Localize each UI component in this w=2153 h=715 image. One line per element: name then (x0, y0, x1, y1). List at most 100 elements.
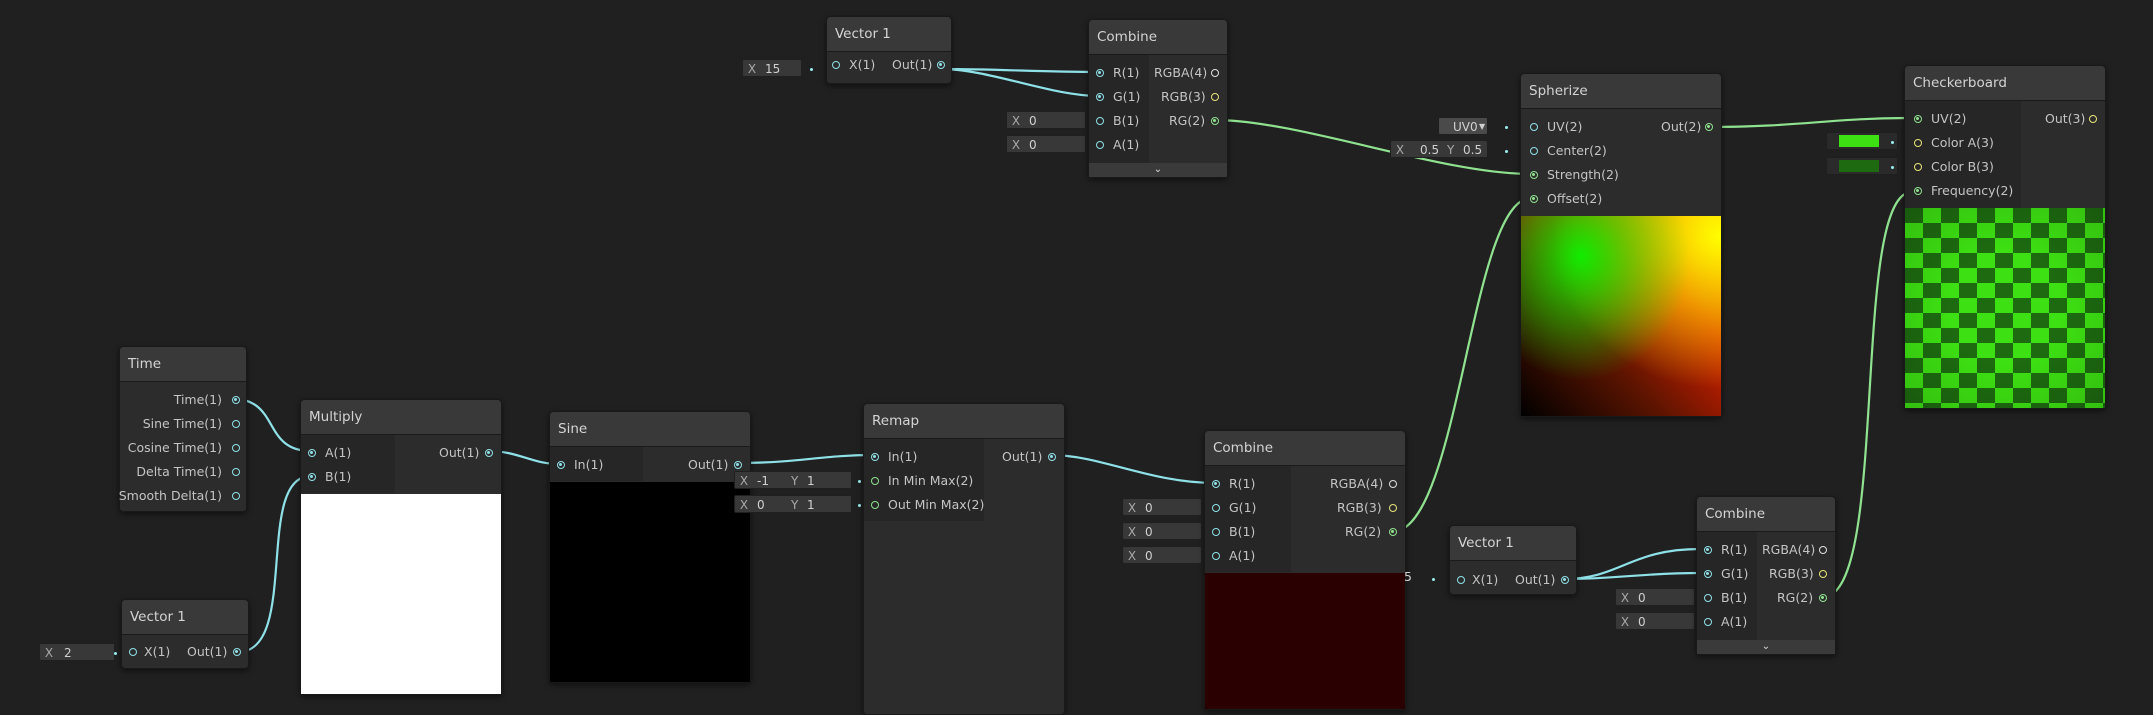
g-input-port[interactable] (1212, 504, 1220, 512)
g-input-label: G(1) (1721, 566, 1749, 581)
x-label: X (44, 646, 54, 660)
time-node[interactable]: Time Time(1) Sine Time(1) Cosine Time(1)… (119, 346, 247, 512)
color-a-swatch[interactable] (1826, 132, 1898, 150)
out-output-label: Out(3) (2045, 111, 2086, 126)
rgba-output-port[interactable] (1211, 69, 1219, 77)
rg-output-port[interactable] (1389, 528, 1397, 536)
rgba-output-port[interactable] (1819, 546, 1827, 554)
rg-output-label: RG(2) (1345, 524, 1382, 539)
strength-input-port[interactable] (1530, 171, 1538, 179)
remap-in-minmax-field[interactable]: X -1 Y 1 (734, 471, 852, 489)
spherize-node[interactable]: Spherize UV(2) Out(2) Center(2) Strength… (1520, 73, 1722, 417)
color-a-input-port[interactable] (1914, 139, 1922, 147)
time-output-port[interactable] (232, 396, 240, 404)
x-label: X (739, 498, 749, 512)
uv-input-port[interactable] (1530, 123, 1538, 131)
color-b-input-port[interactable] (1914, 163, 1922, 171)
in-minmax-input-port[interactable] (871, 477, 879, 485)
x-label: X (1011, 138, 1021, 152)
spherize-uv-dropdown[interactable]: UV0 ▼ (1438, 117, 1488, 135)
uv-input-port[interactable] (1914, 115, 1922, 123)
a-input-port[interactable] (1704, 618, 1712, 626)
color-b-swatch[interactable] (1826, 157, 1898, 175)
expand-toggle[interactable]: ⌄ (1697, 640, 1835, 654)
vector1-mid-x-value[interactable]: 5 (1404, 569, 1412, 584)
b-input-port[interactable] (308, 473, 316, 481)
out-output-port[interactable] (1561, 576, 1569, 584)
combine-mid-b-field[interactable]: X 0 (1122, 522, 1202, 540)
r-input-port[interactable] (1212, 480, 1220, 488)
spherize-center-field[interactable]: X 0.5 Y 0.5 (1390, 140, 1488, 158)
r-input-port[interactable] (1704, 546, 1712, 554)
a-input-port[interactable] (308, 449, 316, 457)
rgb-output-port[interactable] (1211, 93, 1219, 101)
y-label: Y (791, 474, 799, 488)
b-input-port[interactable] (1212, 528, 1220, 536)
combine-mid-g-field[interactable]: X 0 (1122, 498, 1202, 516)
out-output-port[interactable] (485, 449, 493, 457)
wire-vector1-combine-right-g (1563, 571, 1701, 581)
a-input-port[interactable] (1096, 141, 1104, 149)
sine-node[interactable]: Sine In(1) Out(1) (549, 411, 751, 683)
out-output-port[interactable] (734, 461, 742, 469)
vector1-top-x-field[interactable]: X 15 (742, 59, 802, 77)
combine-node-mid[interactable]: Combine R(1) RGBA(4) G(1) RGB(3) B(1) RG… (1204, 430, 1406, 710)
b-input-port[interactable] (1096, 117, 1104, 125)
remap-out-minmax-field[interactable]: X 0 Y 1 (734, 495, 852, 513)
node-title: Multiply (301, 400, 501, 435)
x-value: 15 (765, 62, 781, 76)
node-title: Combine (1089, 20, 1227, 55)
combine-right-b-field[interactable]: X 0 (1615, 588, 1695, 606)
rgb-output-port[interactable] (1819, 570, 1827, 578)
out-output-label: Out(2) (1661, 119, 1702, 134)
combine-top-b-field[interactable]: X 0 (1006, 111, 1086, 129)
rgb-output-port[interactable] (1389, 504, 1397, 512)
remap-node[interactable]: Remap In(1) Out(1) In Min Max(2) Out Min… (863, 403, 1065, 715)
in-input-port[interactable] (871, 453, 879, 461)
out-output-port[interactable] (937, 61, 945, 69)
out-minmax-input-port[interactable] (871, 501, 879, 509)
offset-input-port[interactable] (1530, 195, 1538, 203)
vector1-node-top[interactable]: Vector 1 X(1) Out(1) (826, 16, 952, 84)
out-output-port[interactable] (1705, 123, 1713, 131)
out-output-port[interactable] (2089, 115, 2097, 123)
in-input-port[interactable] (557, 461, 565, 469)
combine-top-a-field[interactable]: X 0 (1006, 135, 1086, 153)
out-output-port[interactable] (1048, 453, 1056, 461)
x-input-port[interactable] (832, 61, 840, 69)
checkerboard-node[interactable]: Checkerboard UV(2) Out(3) Color A(3) Col… (1904, 65, 2106, 409)
a-input-port[interactable] (1212, 552, 1220, 560)
r-input-label: R(1) (1229, 476, 1256, 491)
vector1-node-mid[interactable]: Vector 1 X(1) Out(1) (1449, 525, 1577, 595)
smooth-delta-output-port[interactable] (232, 492, 240, 500)
delta-time-output-port[interactable] (232, 468, 240, 476)
r-input-port[interactable] (1096, 69, 1104, 77)
rg-output-port[interactable] (1819, 594, 1827, 602)
wire-remap-combine-r (1050, 453, 1217, 485)
g-input-port[interactable] (1704, 570, 1712, 578)
x-input-port[interactable] (129, 648, 137, 656)
combine-right-a-field[interactable]: X 0 (1615, 612, 1695, 630)
vector1-bottom-x-field[interactable]: X 2 (39, 643, 115, 661)
combine-node-right[interactable]: Combine R(1) RGBA(4) G(1) RGB(3) B(1) RG… (1696, 496, 1836, 655)
center-input-port[interactable] (1530, 147, 1538, 155)
out-output-port[interactable] (233, 648, 241, 656)
rgb-output-label: RGB(3) (1769, 566, 1814, 581)
frequency-input-port[interactable] (1914, 187, 1922, 195)
multiply-node[interactable]: Multiply A(1) Out(1) B(1) (300, 399, 502, 695)
g-input-port[interactable] (1096, 93, 1104, 101)
in-input-label: In(1) (888, 449, 918, 464)
cosine-time-output-port[interactable] (232, 444, 240, 452)
sine-preview (550, 482, 750, 682)
sine-time-output-port[interactable] (232, 420, 240, 428)
expand-toggle[interactable]: ⌄ (1089, 163, 1227, 177)
rg-output-port[interactable] (1211, 117, 1219, 125)
vector1-node-bottom[interactable]: Vector 1 X(1) Out(1) (121, 599, 249, 669)
a-input-label: A(1) (1113, 137, 1140, 152)
combine-mid-a-field[interactable]: X 0 (1122, 546, 1202, 564)
rgba-output-port[interactable] (1389, 480, 1397, 488)
b-input-port[interactable] (1704, 594, 1712, 602)
combine-node-top[interactable]: Combine R(1) RGBA(4) G(1) RGB(3) B(1) RG… (1088, 19, 1228, 178)
x-input-port[interactable] (1457, 576, 1465, 584)
node-title: Checkerboard (1905, 66, 2105, 101)
